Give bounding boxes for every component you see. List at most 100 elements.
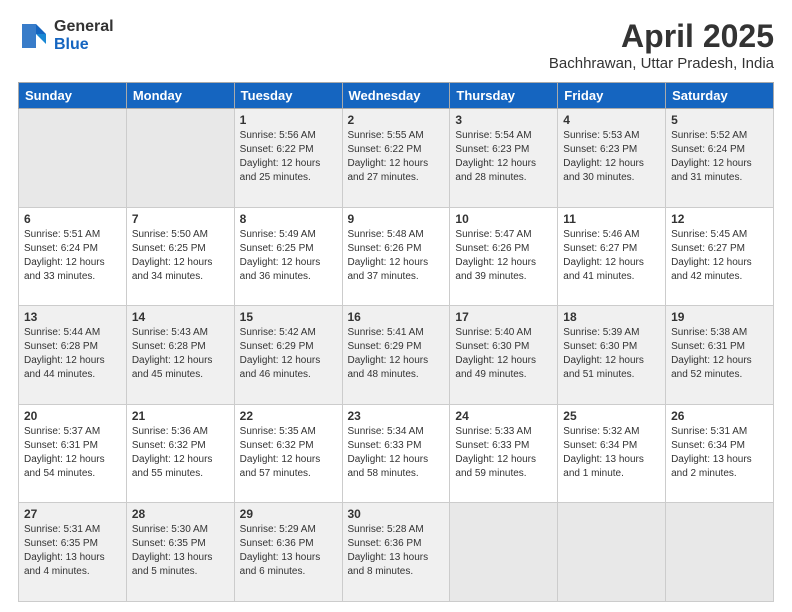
- calendar-cell: [126, 109, 234, 208]
- calendar-cell: 6 Sunrise: 5:51 AM Sunset: 6:24 PM Daylig…: [19, 207, 127, 306]
- day-detail: Sunrise: 5:32 AM Sunset: 6:34 PM Dayligh…: [563, 425, 660, 481]
- calendar-cell: [666, 503, 774, 602]
- day-number: 5: [671, 113, 768, 127]
- day-detail: Sunrise: 5:39 AM Sunset: 6:30 PM Dayligh…: [563, 326, 660, 382]
- day-number: 8: [240, 212, 337, 226]
- day-detail: Sunrise: 5:56 AM Sunset: 6:22 PM Dayligh…: [240, 129, 337, 185]
- day-detail: Sunrise: 5:44 AM Sunset: 6:28 PM Dayligh…: [24, 326, 121, 382]
- day-detail: Sunrise: 5:37 AM Sunset: 6:31 PM Dayligh…: [24, 425, 121, 481]
- calendar-cell: 15Sunrise: 5:42 AM Sunset: 6:29 PM Dayli…: [234, 306, 342, 405]
- calendar-cell: 28 Sunrise: 5:30 AM Sunset: 6:35 PM Dayli…: [126, 503, 234, 602]
- day-detail: Sunrise: 5:36 AM Sunset: 6:32 PM Dayligh…: [132, 425, 229, 481]
- day-detail: Sunrise: 5:50 AM Sunset: 6:25 PM Dayligh…: [132, 228, 229, 284]
- calendar-cell: 16 Sunrise: 5:41 AM Sunset: 6:29 PM Dayli…: [342, 306, 450, 405]
- calendar-day-header: Sunday: [19, 83, 127, 109]
- day-detail: Sunrise: 5:43 AM Sunset: 6:28 PM Dayligh…: [132, 326, 229, 382]
- calendar-cell: 26 Sunrise: 5:31 AM Sunset: 6:34 PM Dayli…: [666, 404, 774, 503]
- day-detail: Sunrise: 5:29 AM Sunset: 6:36 PM Dayligh…: [240, 523, 337, 579]
- subtitle: Bachhrawan, Uttar Pradesh, India: [549, 55, 774, 72]
- day-detail: Sunrise: 5:42 AM Sunset: 6:29 PM Dayligh…: [240, 326, 337, 382]
- calendar-cell: 19 Sunrise: 5:38 AM Sunset: 6:31 PM Dayli…: [666, 306, 774, 405]
- day-detail: Sunrise: 5:47 AM Sunset: 6:26 PM Dayligh…: [455, 228, 552, 284]
- day-detail: Sunrise: 5:41 AM Sunset: 6:29 PM Dayligh…: [348, 326, 445, 382]
- day-detail: Sunrise: 5:48 AM Sunset: 6:26 PM Dayligh…: [348, 228, 445, 284]
- day-detail: Sunrise: 5:31 AM Sunset: 6:35 PM Dayligh…: [24, 523, 121, 579]
- header: General Blue April 2025 Bachhrawan, Utta…: [18, 18, 774, 72]
- day-number: 17: [455, 310, 552, 324]
- calendar-cell: 23Sunrise: 5:34 AM Sunset: 6:33 PM Dayli…: [342, 404, 450, 503]
- logo: General Blue: [18, 18, 114, 53]
- day-detail: Sunrise: 5:45 AM Sunset: 6:27 PM Dayligh…: [671, 228, 768, 284]
- day-number: 19: [671, 310, 768, 324]
- logo-blue-text: Blue: [54, 36, 114, 54]
- day-number: 7: [132, 212, 229, 226]
- day-number: 22: [240, 409, 337, 423]
- day-number: 20: [24, 409, 121, 423]
- day-detail: Sunrise: 5:55 AM Sunset: 6:22 PM Dayligh…: [348, 129, 445, 185]
- calendar-cell: 11Sunrise: 5:46 AM Sunset: 6:27 PM Dayli…: [558, 207, 666, 306]
- day-detail: Sunrise: 5:34 AM Sunset: 6:33 PM Dayligh…: [348, 425, 445, 481]
- day-number: 21: [132, 409, 229, 423]
- calendar-week-row: 1 Sunrise: 5:56 AM Sunset: 6:22 PM Daylig…: [19, 109, 774, 208]
- day-number: 6: [24, 212, 121, 226]
- day-number: 27: [24, 507, 121, 521]
- calendar-cell: 4 Sunrise: 5:53 AM Sunset: 6:23 PM Daylig…: [558, 109, 666, 208]
- calendar-cell: 7 Sunrise: 5:50 AM Sunset: 6:25 PM Daylig…: [126, 207, 234, 306]
- day-detail: Sunrise: 5:38 AM Sunset: 6:31 PM Dayligh…: [671, 326, 768, 382]
- calendar-cell: [19, 109, 127, 208]
- calendar-cell: 17Sunrise: 5:40 AM Sunset: 6:30 PM Dayli…: [450, 306, 558, 405]
- logo-general-text: General: [54, 18, 114, 36]
- day-detail: Sunrise: 5:49 AM Sunset: 6:25 PM Dayligh…: [240, 228, 337, 284]
- calendar-cell: 10 Sunrise: 5:47 AM Sunset: 6:26 PM Dayli…: [450, 207, 558, 306]
- calendar-day-header: Saturday: [666, 83, 774, 109]
- calendar-day-header: Thursday: [450, 83, 558, 109]
- calendar-cell: 9 Sunrise: 5:48 AM Sunset: 6:26 PM Daylig…: [342, 207, 450, 306]
- day-number: 25: [563, 409, 660, 423]
- calendar-day-header: Tuesday: [234, 83, 342, 109]
- calendar-cell: 5 Sunrise: 5:52 AM Sunset: 6:24 PM Daylig…: [666, 109, 774, 208]
- day-detail: Sunrise: 5:33 AM Sunset: 6:33 PM Dayligh…: [455, 425, 552, 481]
- calendar-cell: 22 Sunrise: 5:35 AM Sunset: 6:32 PM Dayli…: [234, 404, 342, 503]
- day-number: 1: [240, 113, 337, 127]
- day-detail: Sunrise: 5:52 AM Sunset: 6:24 PM Dayligh…: [671, 129, 768, 185]
- day-number: 26: [671, 409, 768, 423]
- day-number: 4: [563, 113, 660, 127]
- calendar-cell: 27 Sunrise: 5:31 AM Sunset: 6:35 PM Dayli…: [19, 503, 127, 602]
- main-title: April 2025: [549, 18, 774, 55]
- calendar-week-row: 13 Sunrise: 5:44 AM Sunset: 6:28 PM Dayli…: [19, 306, 774, 405]
- calendar-header-row: SundayMondayTuesdayWednesdayThursdayFrid…: [19, 83, 774, 109]
- calendar-week-row: 20 Sunrise: 5:37 AM Sunset: 6:31 PM Dayli…: [19, 404, 774, 503]
- calendar-cell: 29Sunrise: 5:29 AM Sunset: 6:36 PM Dayli…: [234, 503, 342, 602]
- calendar-cell: 20 Sunrise: 5:37 AM Sunset: 6:31 PM Dayli…: [19, 404, 127, 503]
- calendar-cell: 12Sunrise: 5:45 AM Sunset: 6:27 PM Dayli…: [666, 207, 774, 306]
- logo-icon: [18, 20, 50, 52]
- calendar-cell: 1 Sunrise: 5:56 AM Sunset: 6:22 PM Daylig…: [234, 109, 342, 208]
- day-number: 3: [455, 113, 552, 127]
- day-number: 16: [348, 310, 445, 324]
- calendar-cell: 14Sunrise: 5:43 AM Sunset: 6:28 PM Dayli…: [126, 306, 234, 405]
- day-detail: Sunrise: 5:54 AM Sunset: 6:23 PM Dayligh…: [455, 129, 552, 185]
- calendar-day-header: Wednesday: [342, 83, 450, 109]
- calendar-cell: 3 Sunrise: 5:54 AM Sunset: 6:23 PM Daylig…: [450, 109, 558, 208]
- day-detail: Sunrise: 5:51 AM Sunset: 6:24 PM Dayligh…: [24, 228, 121, 284]
- day-detail: Sunrise: 5:35 AM Sunset: 6:32 PM Dayligh…: [240, 425, 337, 481]
- day-number: 28: [132, 507, 229, 521]
- calendar-cell: 21 Sunrise: 5:36 AM Sunset: 6:32 PM Dayli…: [126, 404, 234, 503]
- calendar-day-header: Monday: [126, 83, 234, 109]
- calendar-week-row: 27 Sunrise: 5:31 AM Sunset: 6:35 PM Dayli…: [19, 503, 774, 602]
- calendar-cell: 8 Sunrise: 5:49 AM Sunset: 6:25 PM Daylig…: [234, 207, 342, 306]
- day-number: 2: [348, 113, 445, 127]
- calendar-cell: [450, 503, 558, 602]
- day-number: 24: [455, 409, 552, 423]
- day-detail: Sunrise: 5:31 AM Sunset: 6:34 PM Dayligh…: [671, 425, 768, 481]
- calendar-cell: 24 Sunrise: 5:33 AM Sunset: 6:33 PM Dayli…: [450, 404, 558, 503]
- calendar-cell: [558, 503, 666, 602]
- day-number: 13: [24, 310, 121, 324]
- calendar-table: SundayMondayTuesdayWednesdayThursdayFrid…: [18, 82, 774, 602]
- day-detail: Sunrise: 5:46 AM Sunset: 6:27 PM Dayligh…: [563, 228, 660, 284]
- day-detail: Sunrise: 5:30 AM Sunset: 6:35 PM Dayligh…: [132, 523, 229, 579]
- day-number: 9: [348, 212, 445, 226]
- day-number: 30: [348, 507, 445, 521]
- day-number: 10: [455, 212, 552, 226]
- day-detail: Sunrise: 5:53 AM Sunset: 6:23 PM Dayligh…: [563, 129, 660, 185]
